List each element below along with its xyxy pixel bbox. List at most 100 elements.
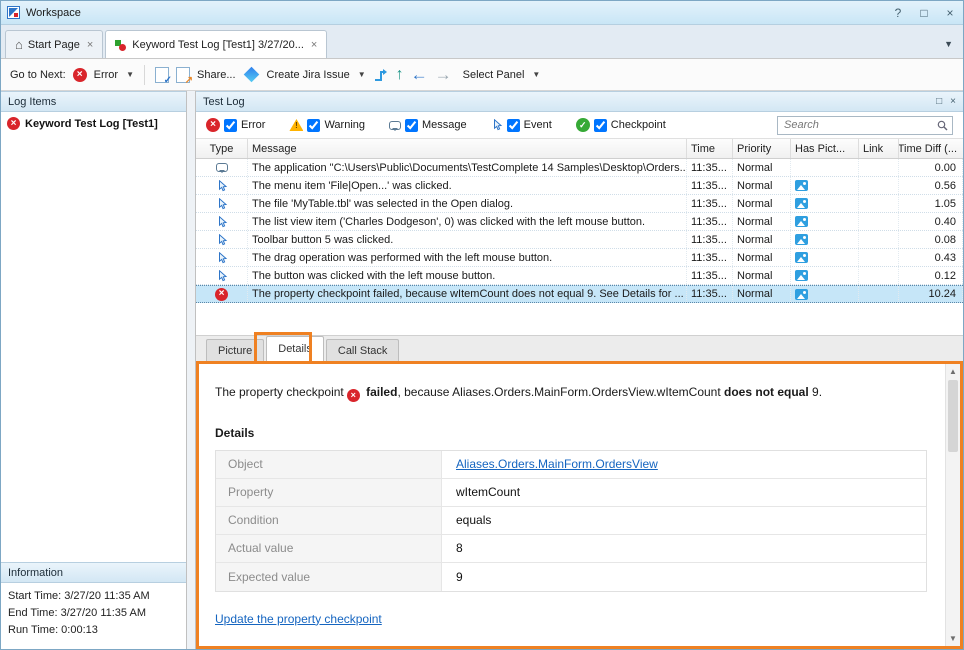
warning-icon: ! bbox=[289, 119, 303, 131]
export-log-icon[interactable]: ↗ bbox=[176, 67, 190, 83]
panel-splitter[interactable] bbox=[187, 91, 195, 649]
help-button[interactable]: ? bbox=[891, 6, 905, 20]
close-button[interactable]: × bbox=[943, 6, 957, 20]
property-label: Condition bbox=[216, 507, 442, 534]
chevron-down-icon[interactable]: ▼ bbox=[358, 70, 366, 79]
log-cell-priority: Normal bbox=[733, 195, 791, 212]
log-cell-link bbox=[859, 267, 899, 284]
document-tab-strip: ⌂ Start Page × Keyword Test Log [Test1] … bbox=[1, 25, 963, 59]
column-header-type[interactable]: Type bbox=[196, 139, 248, 158]
log-cell-time-diff: 0.43 bbox=[899, 249, 963, 266]
filter-error-checkbox[interactable] bbox=[224, 119, 237, 132]
column-header-time-diff[interactable]: Time Diff (... bbox=[899, 139, 963, 158]
event-icon bbox=[216, 180, 228, 192]
chevron-down-icon[interactable]: ▼ bbox=[532, 70, 540, 79]
tab-keyword-test-log[interactable]: Keyword Test Log [Test1] 3/27/20... × bbox=[105, 30, 327, 58]
go-to-next-error-dropdown[interactable]: Error bbox=[94, 69, 118, 81]
tab-picture[interactable]: Picture bbox=[206, 339, 264, 361]
tab-details[interactable]: Details bbox=[266, 336, 324, 361]
panel-close-icon[interactable]: × bbox=[950, 96, 956, 107]
filter-event: Event bbox=[491, 119, 552, 132]
search-icon bbox=[937, 120, 948, 131]
log-row[interactable]: The button was clicked with the left mou… bbox=[196, 267, 963, 285]
log-row[interactable]: The menu item 'File|Open...' was clicked… bbox=[196, 177, 963, 195]
window-title: Workspace bbox=[26, 7, 81, 19]
property-row: Actual value 8 bbox=[216, 535, 926, 563]
select-panel-dropdown[interactable]: Select Panel bbox=[463, 69, 525, 81]
log-cell-message: The file 'MyTable.tbl' was selected in t… bbox=[248, 195, 687, 212]
summary-failed: failed bbox=[363, 385, 398, 399]
tab-close-icon[interactable]: × bbox=[311, 39, 317, 51]
log-cell-time: 11:35... bbox=[687, 231, 733, 248]
checkpoint-properties-table: Object Aliases.Orders.MainForm.OrdersVie… bbox=[215, 450, 927, 592]
column-header-link[interactable]: Link bbox=[859, 139, 899, 158]
panel-maximize-icon[interactable]: □ bbox=[936, 96, 942, 107]
filter-warning-checkbox[interactable] bbox=[307, 119, 320, 132]
log-cell-message: The application "C:\Users\Public\Documen… bbox=[248, 159, 687, 176]
picture-icon bbox=[795, 289, 808, 300]
tab-close-icon[interactable]: × bbox=[87, 39, 93, 51]
scroll-up-icon[interactable]: ▲ bbox=[946, 364, 960, 379]
log-items-tree: × Keyword Test Log [Test1] bbox=[1, 112, 186, 562]
column-header-message[interactable]: Message bbox=[248, 139, 687, 158]
summary-text: 9. bbox=[809, 385, 822, 399]
share-button[interactable]: Share... bbox=[197, 69, 236, 81]
column-header-priority[interactable]: Priority bbox=[733, 139, 791, 158]
log-cell-time-diff: 10.24 bbox=[899, 286, 963, 302]
log-cell-time-diff: 0.40 bbox=[899, 213, 963, 230]
log-row[interactable]: The application "C:\Users\Public\Documen… bbox=[196, 159, 963, 177]
tab-list-chevron-icon[interactable]: ▼ bbox=[944, 39, 953, 49]
upload-results-icon[interactable]: ↑ bbox=[396, 67, 404, 83]
search-input[interactable] bbox=[782, 118, 937, 132]
property-label: Actual value bbox=[216, 535, 442, 562]
log-row-selected[interactable]: × The property checkpoint failed, becaus… bbox=[196, 285, 963, 303]
details-panel: The property checkpoint× failed, because… bbox=[196, 361, 963, 649]
restore-button[interactable]: □ bbox=[917, 6, 931, 20]
log-cell-time: 11:35... bbox=[687, 249, 733, 266]
log-cell-time: 11:35... bbox=[687, 177, 733, 194]
filter-message: Message bbox=[389, 119, 467, 132]
filter-checkpoint-checkbox[interactable] bbox=[594, 119, 607, 132]
error-icon: × bbox=[7, 117, 20, 130]
filter-message-checkbox[interactable] bbox=[405, 119, 418, 132]
test-log-title: Test Log bbox=[203, 96, 245, 108]
column-header-time[interactable]: Time bbox=[687, 139, 733, 158]
checkpoint-summary: The property checkpoint× failed, because… bbox=[215, 384, 930, 402]
property-row: Property wItemCount bbox=[216, 479, 926, 507]
details-heading: Details bbox=[215, 426, 930, 440]
log-row[interactable]: The list view item ('Charles Dodgeson', … bbox=[196, 213, 963, 231]
go-to-next-label: Go to Next: bbox=[10, 69, 66, 81]
tree-item-keyword-test-log[interactable]: × Keyword Test Log [Test1] bbox=[1, 112, 186, 135]
tab-start-page-label: Start Page bbox=[28, 39, 80, 51]
forward-arrow-icon[interactable]: → bbox=[435, 66, 452, 83]
property-value: equals bbox=[442, 507, 926, 534]
report-icon[interactable]: ✓ bbox=[155, 67, 169, 83]
back-arrow-icon[interactable]: ← bbox=[411, 66, 428, 83]
property-value: 8 bbox=[442, 535, 926, 562]
object-link[interactable]: Aliases.Orders.MainForm.OrdersView bbox=[456, 457, 658, 471]
log-row[interactable]: The file 'MyTable.tbl' was selected in t… bbox=[196, 195, 963, 213]
tab-call-stack[interactable]: Call Stack bbox=[326, 339, 400, 361]
message-icon bbox=[216, 163, 228, 172]
update-checkpoint-link[interactable]: Update the property checkpoint bbox=[215, 612, 382, 626]
event-icon bbox=[491, 119, 503, 131]
details-scrollbar[interactable]: ▲ ▼ bbox=[945, 364, 960, 646]
column-header-has-picture[interactable]: Has Pict... bbox=[791, 139, 859, 158]
post-issue-icon[interactable] bbox=[373, 67, 389, 83]
workspace-window: Workspace ? □ × ⌂ Start Page × Keyword T… bbox=[0, 0, 964, 650]
log-row[interactable]: The drag operation was performed with th… bbox=[196, 249, 963, 267]
scroll-down-icon[interactable]: ▼ bbox=[946, 631, 960, 646]
create-jira-issue-button[interactable]: Create Jira Issue bbox=[267, 69, 350, 81]
scrollbar-thumb[interactable] bbox=[948, 380, 958, 452]
tab-start-page[interactable]: ⌂ Start Page × bbox=[5, 30, 103, 58]
log-cell-has-picture bbox=[791, 249, 859, 266]
event-icon bbox=[216, 270, 228, 282]
filter-event-checkbox[interactable] bbox=[507, 119, 520, 132]
tree-item-label: Keyword Test Log [Test1] bbox=[25, 118, 158, 130]
log-cell-priority: Normal bbox=[733, 213, 791, 230]
log-row[interactable]: Toolbar button 5 was clicked. 11:35... N… bbox=[196, 231, 963, 249]
chevron-down-icon[interactable]: ▼ bbox=[126, 70, 134, 79]
go-to-next-error-icon[interactable]: × bbox=[73, 68, 87, 82]
error-icon: × bbox=[215, 288, 228, 301]
information-header: Information bbox=[1, 562, 186, 583]
